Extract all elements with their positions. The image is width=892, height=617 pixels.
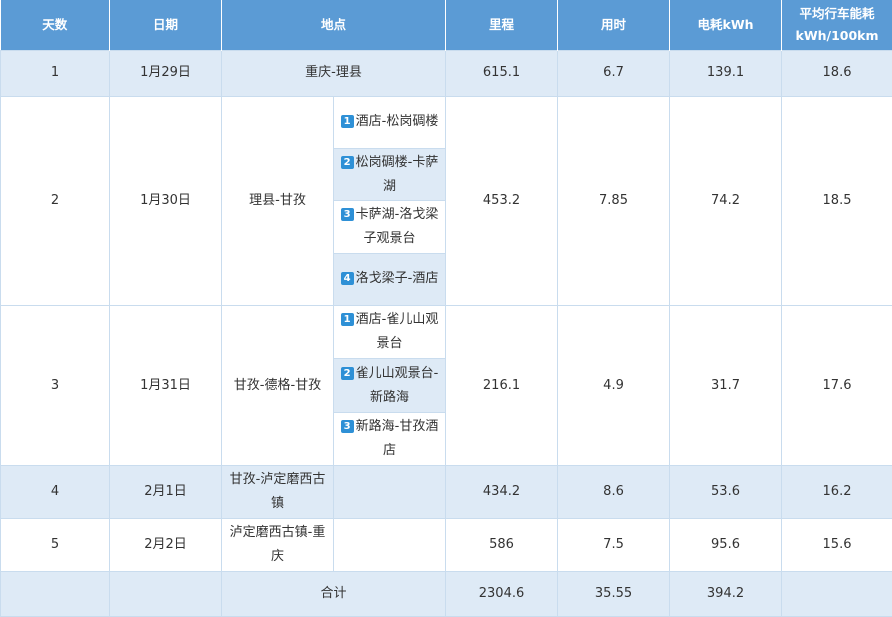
table-row-total: 合计 2304.6 35.55 394.2	[0, 570, 892, 617]
cell-mileage: 586	[445, 518, 559, 572]
total-kwh: 394.2	[669, 570, 783, 617]
total-mileage: 2304.6	[445, 570, 559, 617]
trip-energy-table: 天数 日期 地点 里程 用时 电耗kWh 平均行车能耗kWh/100km 1 1…	[0, 0, 892, 617]
cell-day: 3	[0, 305, 110, 467]
sub-stop-text: 酒店-雀儿山观景台	[355, 312, 439, 352]
cell-avg: 16.2	[781, 465, 892, 520]
sub-stop-text: 卡萨湖-洛戈梁子观景台	[355, 207, 439, 247]
cell-date: 1月31日	[109, 305, 222, 467]
cell-avg: 18.5	[781, 95, 892, 307]
sub-stop-text: 洛戈梁子-酒店	[355, 271, 439, 287]
cell-kwh: 139.1	[669, 49, 783, 97]
cell-hours: 4.9	[557, 305, 671, 467]
total-hours: 35.55	[557, 570, 671, 617]
cell-day: 2	[0, 95, 110, 307]
cell-day: 1	[0, 49, 110, 97]
sub-stop: 1 酒店-雀儿山观景台	[332, 305, 447, 360]
cell-date: 2月1日	[109, 465, 222, 520]
sub-stop: 4 洛戈梁子-酒店	[332, 252, 447, 307]
step-number-badge: 4	[340, 272, 354, 286]
total-avg	[781, 570, 892, 617]
sub-stop: 2 雀儿山观景台-新路海	[332, 358, 447, 413]
table-row-day-5: 5 2月2日 泸定磨西古镇-重庆 586 7.5 95.6 15.6	[0, 518, 892, 572]
table-row-day-2: 2 1月30日 理县-甘孜 1 酒店-松岗碉楼 453.2 7.85 74.2 1…	[0, 95, 892, 307]
header-day: 天数	[0, 0, 110, 50]
sub-stop-text: 松岗碉楼-卡萨湖	[355, 154, 439, 194]
cell-place: 甘孜-泸定磨西古镇	[221, 465, 334, 520]
step-number-badge: 1	[340, 313, 354, 327]
total-label: 合计	[220, 570, 447, 617]
sub-stop-text: 雀儿山观景台-新路海	[355, 365, 439, 405]
cell-avg: 15.6	[781, 518, 892, 572]
cell-kwh: 95.6	[669, 518, 783, 572]
table-row-day-3: 3 1月31日 甘孜-德格-甘孜 1 酒店-雀儿山观景台 216.1 4.9 31…	[0, 305, 892, 467]
cell-mileage: 615.1	[445, 49, 559, 97]
step-number-badge: 2	[340, 366, 354, 380]
cell-place: 重庆-理县	[220, 49, 447, 97]
cell-empty	[109, 570, 222, 617]
cell-hours: 7.85	[557, 95, 671, 307]
cell-place: 泸定磨西古镇-重庆	[221, 518, 334, 572]
step-number-badge: 3	[340, 419, 354, 433]
header-mileage: 里程	[445, 0, 559, 50]
cell-empty	[0, 570, 110, 617]
cell-mileage: 434.2	[445, 465, 559, 520]
cell-avg: 17.6	[781, 305, 892, 467]
sub-stop-text: 新路海-甘孜酒店	[355, 418, 439, 458]
cell-place: 甘孜-德格-甘孜	[221, 305, 334, 467]
header-place: 地点	[221, 0, 447, 50]
sub-stop: 3 新路海-甘孜酒店	[332, 411, 447, 467]
cell-place: 理县-甘孜	[221, 95, 334, 307]
cell-day: 4	[0, 465, 110, 520]
cell-kwh: 31.7	[669, 305, 783, 467]
header-date: 日期	[109, 0, 222, 50]
header-avg: 平均行车能耗kWh/100km	[781, 0, 892, 50]
step-number-badge: 1	[340, 115, 354, 129]
cell-day: 5	[0, 518, 110, 572]
cell-kwh: 53.6	[669, 465, 783, 520]
header-row: 天数 日期 地点 里程 用时 电耗kWh 平均行车能耗kWh/100km	[0, 0, 892, 50]
cell-date: 1月29日	[109, 49, 222, 97]
cell-empty	[332, 518, 447, 572]
sub-stop: 2 松岗碉楼-卡萨湖	[332, 148, 447, 202]
table-row-day-4: 4 2月1日 甘孜-泸定磨西古镇 434.2 8.6 53.6 16.2	[0, 465, 892, 520]
header-kwh: 电耗kWh	[669, 0, 783, 50]
step-number-badge: 2	[340, 155, 354, 169]
sub-stop: 1 酒店-松岗碉楼	[332, 95, 447, 150]
cell-date: 2月2日	[109, 518, 222, 572]
table-row-day-1: 1 1月29日 重庆-理县 615.1 6.7 139.1 18.6	[0, 49, 892, 97]
cell-kwh: 74.2	[669, 95, 783, 307]
cell-mileage: 453.2	[445, 95, 559, 307]
step-number-badge: 3	[340, 208, 354, 222]
sub-stop: 3 卡萨湖-洛戈梁子观景台	[332, 200, 447, 254]
cell-hours: 8.6	[557, 465, 671, 520]
cell-mileage: 216.1	[445, 305, 559, 467]
header-hours: 用时	[557, 0, 671, 50]
cell-date: 1月30日	[109, 95, 222, 307]
cell-avg: 18.6	[781, 49, 892, 97]
cell-empty	[332, 465, 447, 520]
cell-hours: 6.7	[557, 49, 671, 97]
sub-stop-text: 酒店-松岗碉楼	[355, 114, 439, 130]
cell-hours: 7.5	[557, 518, 671, 572]
